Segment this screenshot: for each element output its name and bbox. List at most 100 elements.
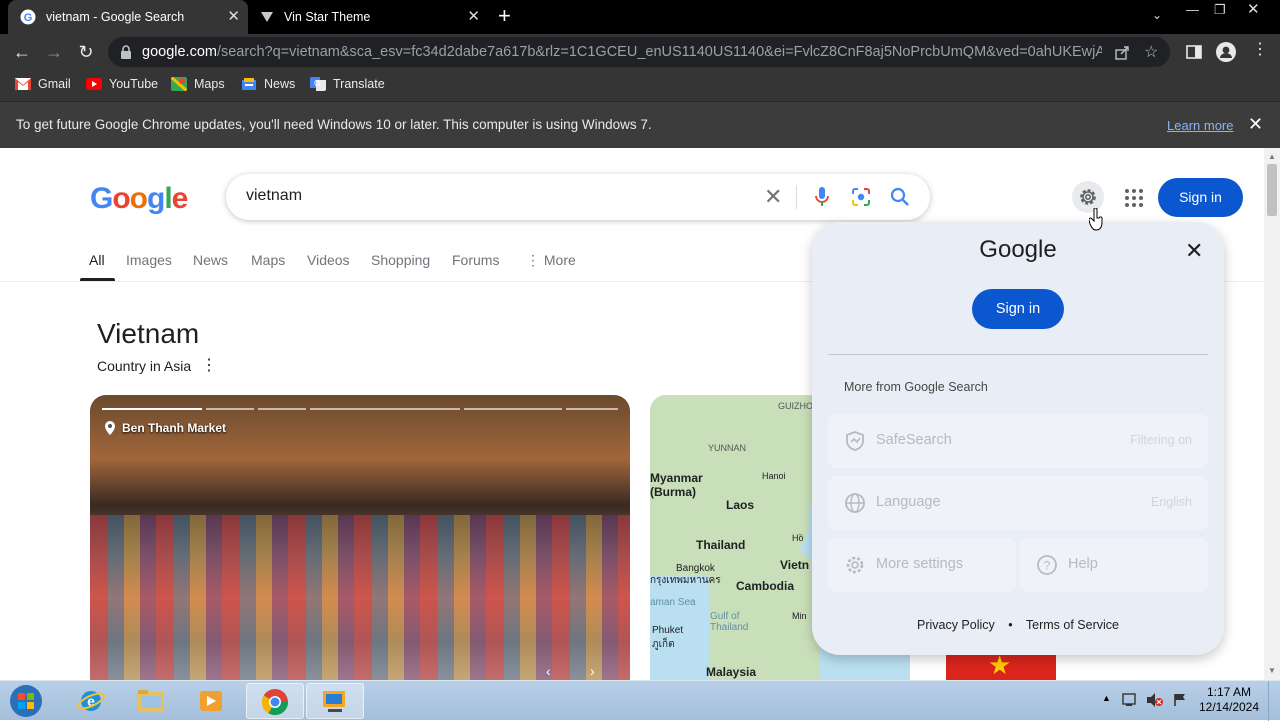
tab-images[interactable]: Images	[126, 252, 172, 268]
bookmark-star-icon[interactable]: ☆	[1144, 42, 1158, 62]
share-icon[interactable]	[1114, 45, 1130, 61]
previous-photo-icon[interactable]: ‹	[546, 663, 551, 679]
tab-search-chevron-icon[interactable]: ⌄	[1152, 8, 1162, 22]
learn-more-link[interactable]: Learn more	[1167, 118, 1233, 133]
map-label: Hanoi	[762, 471, 786, 481]
market-stalls-image	[90, 515, 630, 680]
safesearch-value: Filtering on	[1130, 433, 1192, 447]
windows-start-button-icon[interactable]	[6, 683, 46, 719]
bookmarks-bar: Gmail YouTube Maps News G Translate	[0, 70, 1280, 102]
gmail-icon	[15, 78, 31, 90]
taskbar-remote-desktop[interactable]	[306, 683, 364, 719]
map-label: YUNNAN	[708, 443, 747, 453]
language-row[interactable]: Language English	[828, 476, 1208, 530]
next-photo-icon[interactable]: ›	[590, 663, 595, 679]
scrollbar-thumb[interactable]	[1267, 164, 1277, 216]
slideshow-progress	[206, 408, 254, 410]
active-tab-underline	[80, 278, 115, 281]
taskbar-file-explorer[interactable]	[122, 683, 180, 719]
knowledge-panel-subtitle: Country in Asia	[97, 358, 192, 374]
tab-more[interactable]: ⋮ More	[526, 252, 576, 269]
close-tab-icon[interactable]: ✕	[467, 9, 480, 24]
address-bar[interactable]: google.com/search?q=vietnam&sca_esv=fc34…	[108, 37, 1170, 67]
volume-muted-icon[interactable]	[1146, 692, 1164, 708]
bookmark-news[interactable]: News	[241, 77, 295, 91]
close-tab-icon[interactable]: ✕	[227, 9, 240, 24]
minimize-window-icon[interactable]: —	[1186, 2, 1199, 17]
privacy-policy-link[interactable]: Privacy Policy	[917, 618, 995, 632]
bookmark-youtube[interactable]: YouTube	[86, 77, 158, 91]
popup-footer-links: Privacy Policy • Terms of Service	[812, 618, 1224, 632]
new-tab-plus-icon[interactable]: +	[498, 5, 511, 27]
ben-thanh-market-photo[interactable]: Ben Thanh Market ‹ ›	[90, 395, 630, 680]
more-options-icon[interactable]: ⋮	[201, 355, 217, 375]
close-popup-icon[interactable]: ✕	[1185, 238, 1203, 264]
slideshow-progress	[566, 408, 618, 410]
show-desktop-button[interactable]	[1268, 681, 1280, 721]
taskbar-internet-explorer[interactable]: e	[62, 683, 120, 719]
terms-of-service-link[interactable]: Terms of Service	[1026, 618, 1119, 632]
tab-forums[interactable]: Forums	[452, 252, 499, 268]
clock-date: 12/14/2024	[1198, 700, 1260, 714]
search-box[interactable]: vietnam ✕	[226, 174, 930, 220]
back-arrow-icon[interactable]: ←	[11, 41, 33, 63]
lens-camera-icon[interactable]	[851, 187, 871, 207]
scroll-up-arrow-icon[interactable]: ▲	[1268, 152, 1276, 161]
lock-icon	[121, 45, 131, 59]
browser-tab-strip: G vietnam - Google Search ✕ Vin Star The…	[0, 0, 1280, 34]
tab-maps[interactable]: Maps	[251, 252, 285, 268]
bookmark-label: Maps	[194, 77, 225, 91]
map-label: Vietn	[780, 558, 810, 572]
tab-shopping[interactable]: Shopping	[371, 252, 430, 268]
language-label: Language	[876, 494, 941, 510]
map-label: Myanmar (Burma)	[650, 471, 703, 499]
page-scrollbar[interactable]: ▲ ▼	[1264, 148, 1280, 680]
infobar-message: To get future Google Chrome updates, you…	[16, 117, 652, 132]
tab-all[interactable]: All	[89, 252, 105, 268]
help-row[interactable]: ? Help	[1020, 538, 1208, 592]
clock-time: 1:17 AM	[1206, 685, 1252, 699]
tab-news[interactable]: News	[193, 252, 228, 268]
tab-vin-star-theme[interactable]: Vin Star Theme ✕	[248, 0, 488, 34]
close-infobar-icon[interactable]: ✕	[1248, 114, 1263, 135]
search-icon[interactable]	[890, 187, 910, 207]
sign-in-button[interactable]: Sign in	[1158, 178, 1243, 217]
microphone-icon[interactable]	[814, 186, 830, 208]
reload-icon[interactable]: ↻	[75, 41, 97, 63]
show-hidden-icons-arrow[interactable]: ▲	[1102, 693, 1111, 703]
search-input[interactable]: vietnam	[246, 187, 302, 205]
chrome-menu-icon[interactable]: ⋮	[1252, 42, 1268, 58]
forward-arrow-icon[interactable]: →	[43, 41, 65, 63]
restore-window-icon[interactable]: ❐	[1214, 2, 1226, 18]
network-icon[interactable]	[1172, 692, 1188, 708]
more-from-google-heading: More from Google Search	[844, 380, 988, 394]
popup-sign-in-button[interactable]: Sign in	[972, 289, 1064, 329]
scroll-down-arrow-icon[interactable]: ▼	[1268, 666, 1276, 675]
safesearch-row[interactable]: SafeSearch Filtering on	[828, 414, 1208, 468]
slideshow-progress	[258, 408, 306, 410]
clear-search-icon[interactable]: ✕	[764, 184, 782, 210]
windows-taskbar: e ▲ 1:17 AM 12/14/2024	[0, 680, 1280, 721]
slideshow-progress	[310, 408, 460, 410]
taskbar-chrome[interactable]	[246, 683, 304, 719]
taskbar-media-player[interactable]	[182, 683, 240, 719]
map-label: Thailand	[696, 538, 746, 552]
bookmark-maps[interactable]: Maps	[171, 77, 225, 91]
tab-videos[interactable]: Videos	[307, 252, 350, 268]
settings-popup: Google ✕ Sign in More from Google Search…	[812, 222, 1224, 655]
google-doodle-logo[interactable]: Google	[90, 182, 188, 216]
bookmark-translate[interactable]: G Translate	[310, 77, 385, 91]
bookmark-label: YouTube	[109, 77, 159, 91]
bookmark-gmail[interactable]: Gmail	[15, 77, 71, 91]
system-clock[interactable]: 1:17 AM 12/14/2024	[1196, 685, 1262, 715]
help-label: Help	[1068, 556, 1098, 572]
media-player-icon	[200, 691, 222, 711]
close-window-icon[interactable]: ✕	[1247, 0, 1260, 18]
more-settings-row[interactable]: More settings	[828, 538, 1016, 592]
profile-avatar-icon[interactable]	[1216, 42, 1236, 62]
tab-vietnam-search[interactable]: G vietnam - Google Search ✕	[8, 0, 248, 34]
google-apps-grid-icon[interactable]	[1124, 188, 1144, 208]
tab-title: Vin Star Theme	[284, 10, 371, 24]
action-center-flag-icon[interactable]	[1122, 692, 1138, 708]
side-panel-icon[interactable]	[1186, 44, 1202, 60]
